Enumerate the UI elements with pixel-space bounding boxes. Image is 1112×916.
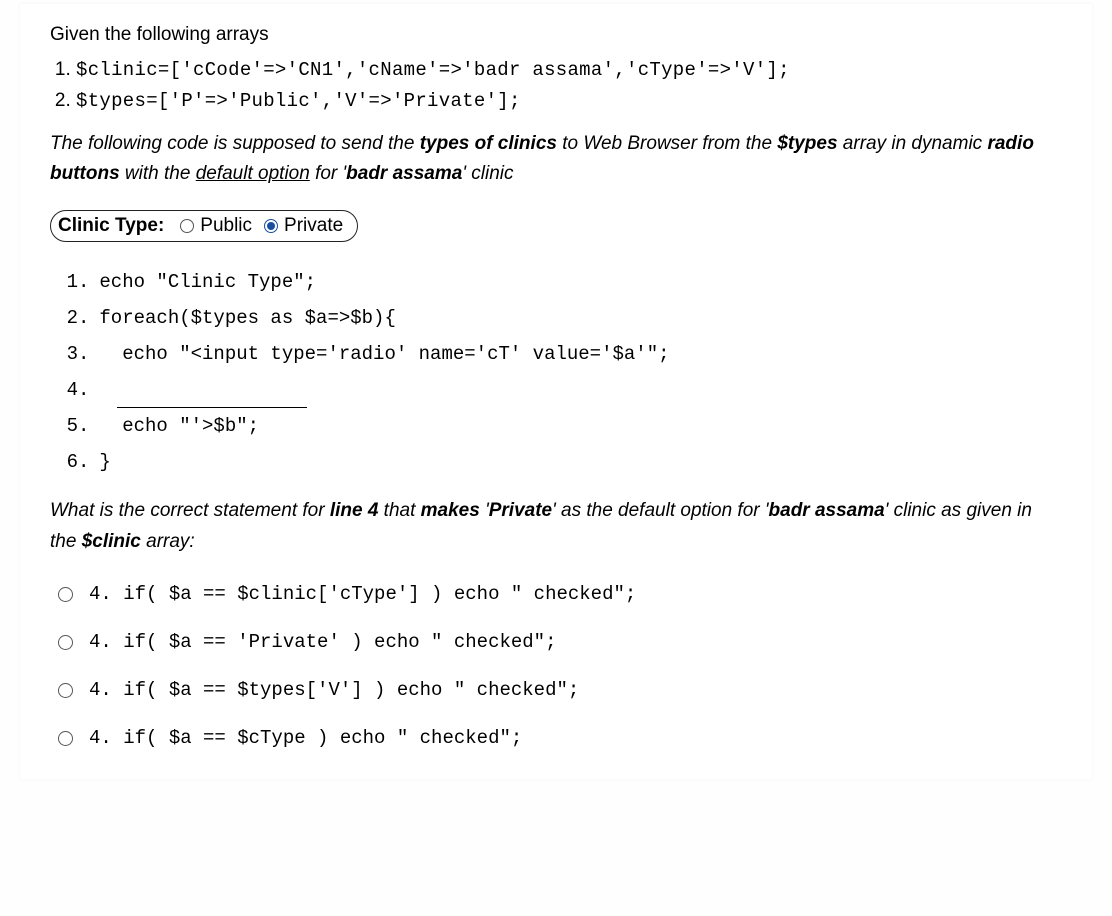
intro-text: Given the following arrays [50, 24, 1062, 46]
chip-option-private: Private [284, 215, 343, 237]
radio-icon[interactable] [58, 731, 73, 746]
code-line: 1. echo "Clinic Type"; [50, 264, 1062, 300]
blank-fill [117, 387, 307, 408]
radio-icon[interactable] [58, 587, 73, 602]
question-container: Given the following arrays $clinic=['cCo… [20, 4, 1092, 779]
code-text: foreach($types as $a=>$b){ [88, 300, 396, 336]
radio-icon[interactable] [58, 635, 73, 650]
code-line: 3. echo "<input type='radio' name='cT' v… [50, 336, 1062, 372]
answer-option[interactable]: 4. if( $a == $types['V'] ) echo " checke… [50, 679, 1062, 701]
radio-public-demo [180, 219, 194, 233]
array-code: $types=['P'=>'Public','V'=>'Private']; [76, 90, 521, 112]
radio-icon[interactable] [58, 683, 73, 698]
line-number: 6 [50, 444, 78, 480]
chip-option-public: Public [200, 215, 252, 237]
answer-option[interactable]: 4. if( $a == $clinic['cType'] ) echo " c… [50, 583, 1062, 605]
line-number: 1 [50, 264, 78, 300]
question-prompt: What is the correct statement for line 4… [50, 496, 1062, 557]
code-line: 5. echo "'>$b"; [50, 408, 1062, 444]
answer-text: 4. if( $a == 'Private' ) echo " checked"… [89, 631, 556, 653]
array-item: $types=['P'=>'Public','V'=>'Private']; [76, 87, 1062, 116]
chip-label: Clinic Type: [58, 215, 168, 237]
answer-text: 4. if( $a == $clinic['cType'] ) echo " c… [89, 583, 636, 605]
line-number: 5 [50, 408, 78, 444]
code-text: echo "'>$b"; [88, 408, 259, 444]
answer-list: 4. if( $a == $clinic['cType'] ) echo " c… [50, 583, 1062, 749]
radio-private-demo [264, 219, 278, 233]
code-text [88, 372, 307, 408]
answer-text: 4. if( $a == $cType ) echo " checked"; [89, 727, 522, 749]
code-line: 4. [50, 372, 1062, 408]
answer-option[interactable]: 4. if( $a == 'Private' ) echo " checked"… [50, 631, 1062, 653]
answer-option[interactable]: 4. if( $a == $cType ) echo " checked"; [50, 727, 1062, 749]
line-number: 4 [50, 372, 78, 408]
code-block: 1. echo "Clinic Type";2. foreach($types … [50, 264, 1062, 481]
arrays-list: $clinic=['cCode'=>'CN1','cName'=>'badr a… [50, 56, 1062, 115]
code-text: echo "Clinic Type"; [88, 264, 316, 300]
description-text: The following code is supposed to send t… [50, 129, 1062, 190]
code-text: echo "<input type='radio' name='cT' valu… [88, 336, 670, 372]
code-text: } [88, 444, 111, 480]
answer-text: 4. if( $a == $types['V'] ) echo " checke… [89, 679, 579, 701]
code-line: 2. foreach($types as $a=>$b){ [50, 300, 1062, 336]
example-chip: Clinic Type: Public Private [50, 210, 358, 242]
line-number: 2 [50, 300, 78, 336]
array-item: $clinic=['cCode'=>'CN1','cName'=>'badr a… [76, 56, 1062, 85]
array-code: $clinic=['cCode'=>'CN1','cName'=>'badr a… [76, 59, 790, 81]
line-number: 3 [50, 336, 78, 372]
code-line: 6. } [50, 444, 1062, 480]
